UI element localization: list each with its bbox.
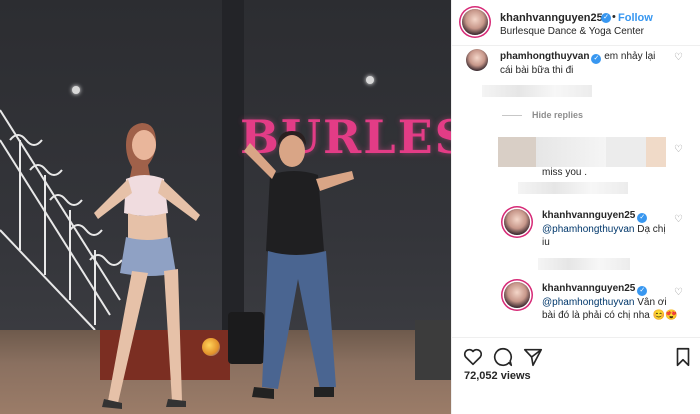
verified-badge-icon: ✓ bbox=[591, 54, 602, 64]
reply-item: khanhvannguyen25 ✓ @phamhongthuyvan Dạ ch… bbox=[542, 209, 672, 249]
verified-badge-icon: ✓ bbox=[637, 286, 648, 296]
verified-badge-icon: ✓ bbox=[637, 213, 648, 223]
blurred-avatar bbox=[498, 137, 536, 167]
like-comment-icon[interactable]: ♡ bbox=[674, 52, 683, 63]
blurred-comment bbox=[606, 137, 646, 167]
comment-item: phamhongthuyvan ✓ em nhảy lại cái bài bữa… bbox=[500, 50, 670, 77]
blurred-comment-meta bbox=[518, 182, 628, 194]
like-comment-icon[interactable]: ♡ bbox=[674, 144, 683, 155]
post-actions-bar: 72,052 views bbox=[452, 337, 700, 414]
comments-list[interactable]: phamhongthuyvan ✓ em nhảy lại cái bài bữa… bbox=[452, 47, 700, 337]
reply-mention[interactable]: @phamhongthuyvan bbox=[542, 297, 634, 308]
verified-badge-icon: ✓ bbox=[601, 13, 611, 23]
post-header: khanhvannguyen25 ✓ • Follow Burlesque Da… bbox=[452, 0, 700, 46]
like-comment-icon[interactable]: ♡ bbox=[674, 214, 683, 225]
reply-avatar[interactable] bbox=[504, 282, 530, 308]
hide-replies-button[interactable]: Hide replies bbox=[532, 110, 583, 120]
separator-dot: • bbox=[612, 11, 616, 23]
author-username[interactable]: khanhvannguyen25 bbox=[500, 12, 603, 24]
blurred-comment bbox=[536, 137, 606, 167]
ceiling-lamp bbox=[366, 76, 374, 84]
like-comment-icon[interactable]: ♡ bbox=[674, 287, 683, 298]
save-bookmark-icon[interactable] bbox=[672, 346, 694, 368]
reply-username[interactable]: khanhvannguyen25 bbox=[542, 210, 635, 221]
commenter-username[interactable]: phamhongthuyvan bbox=[500, 51, 589, 62]
share-plane-icon[interactable] bbox=[522, 346, 544, 368]
blurred-comment-meta bbox=[538, 258, 630, 270]
view-count: 72,052 views bbox=[464, 370, 531, 382]
reply-username[interactable]: khanhvannguyen25 bbox=[542, 283, 635, 294]
dancer-woman bbox=[94, 123, 200, 409]
ceiling-lamp bbox=[72, 86, 80, 94]
comment-bubble-icon[interactable] bbox=[492, 346, 514, 368]
follow-button[interactable]: Follow bbox=[618, 12, 653, 24]
blurred-comment-meta bbox=[482, 85, 592, 97]
comment-text: miss you . bbox=[542, 167, 588, 178]
reply-mention[interactable]: @phamhongthuyvan bbox=[542, 224, 634, 235]
reply-avatar[interactable] bbox=[504, 209, 530, 235]
post-location[interactable]: Burlesque Dance & Yoga Center bbox=[500, 26, 644, 37]
reply-item: khanhvannguyen25 ✓ @phamhongthuyvan Vân ơ… bbox=[542, 282, 678, 322]
replies-divider bbox=[502, 115, 522, 116]
dancer-man bbox=[244, 131, 354, 399]
like-heart-icon[interactable] bbox=[462, 346, 484, 368]
author-avatar[interactable] bbox=[462, 9, 488, 35]
blurred-comment bbox=[646, 137, 666, 167]
post-video[interactable]: BURLESQ bbox=[0, 0, 451, 414]
post-side-panel: khanhvannguyen25 ✓ • Follow Burlesque Da… bbox=[451, 0, 700, 414]
commenter-avatar[interactable] bbox=[466, 49, 488, 71]
side-cabinet bbox=[415, 320, 451, 380]
